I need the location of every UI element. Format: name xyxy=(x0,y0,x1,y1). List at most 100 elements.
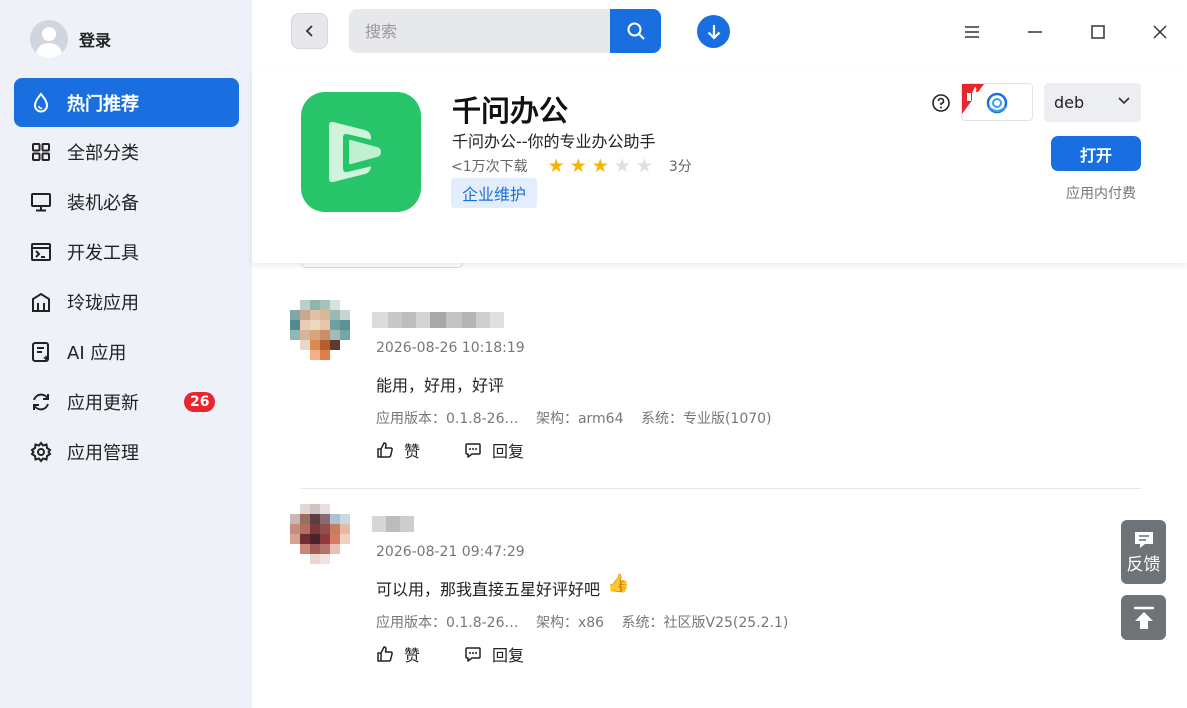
app-meta: <1万次下载 ★ ★ ★ ★ ★ 3分 xyxy=(451,156,692,176)
grid-icon xyxy=(30,141,52,163)
chevron-down-icon xyxy=(1118,97,1130,105)
review-arch: 架构：x86 xyxy=(535,615,605,631)
search-button[interactable] xyxy=(610,9,661,53)
feedback-button[interactable]: 反馈 xyxy=(1121,520,1166,584)
sidebar-item-label: 玲珑应用 xyxy=(67,293,139,314)
refresh-icon xyxy=(30,391,52,413)
close-icon xyxy=(1153,25,1167,39)
comment-icon xyxy=(465,443,481,458)
reply-button[interactable]: 回复 xyxy=(464,642,524,666)
review-system: 系统：专业版(1070) xyxy=(640,411,772,427)
review-system: 系统：社区版V25(25.2.1) xyxy=(621,615,789,631)
reviewer-avatar xyxy=(290,504,352,566)
certification-badges[interactable] xyxy=(961,83,1033,121)
sidebar-item-hot[interactable]: 热门推荐 xyxy=(14,78,239,127)
thumbs-up-icon xyxy=(377,646,393,662)
sidebar-item-manage[interactable]: 应用管理 xyxy=(14,427,239,477)
package-format-select[interactable]: deb xyxy=(1044,83,1141,122)
app-header: 千问办公 千问办公--你的专业办公助手 <1万次下载 ★ ★ ★ ★ ★ 3分 企业维护… xyxy=(252,70,1187,263)
sidebar-item-label: 应用管理 xyxy=(67,443,139,464)
sidebar-item-label: 开发工具 xyxy=(67,243,139,264)
enterprise-tag: 企业维护 xyxy=(451,178,538,208)
back-button[interactable] xyxy=(291,13,328,49)
search-icon xyxy=(627,22,645,40)
download-count: <1万次下载 xyxy=(451,159,528,175)
star-filled-icon: ★ xyxy=(569,155,587,177)
like-label: 赞 xyxy=(404,646,421,665)
thumbs-up-emoji: 👍 xyxy=(607,573,630,594)
reply-label: 回复 xyxy=(492,442,525,461)
star-filled-icon: ★ xyxy=(547,155,565,177)
reviewer-name-blurred xyxy=(372,516,414,532)
review-date: 2026-08-21 09:47:29 xyxy=(376,544,525,560)
download-manager-button[interactable] xyxy=(697,15,730,48)
rating-stars: ★ ★ ★ ★ ★ xyxy=(547,155,658,177)
thumbs-up-icon xyxy=(377,442,393,458)
sidebar-item-label: 全部分类 xyxy=(67,143,139,164)
open-button[interactable]: 打开 xyxy=(1051,136,1141,171)
sidebar-item-label: 应用更新 xyxy=(67,393,139,414)
help-icon[interactable] xyxy=(931,93,951,113)
star-empty-icon: ★ xyxy=(635,155,653,177)
like-button[interactable]: 赞 xyxy=(376,438,420,462)
back-to-top-button[interactable] xyxy=(1121,595,1166,640)
sidebar-item-label: AI 应用 xyxy=(67,343,127,364)
minimize-icon xyxy=(1028,31,1042,33)
like-button[interactable]: 赞 xyxy=(376,642,420,666)
sidebar-item-dev-tools[interactable]: 开发工具 xyxy=(14,227,239,277)
sidebar-item-categories[interactable]: 全部分类 xyxy=(14,127,239,177)
search-bar xyxy=(349,9,661,53)
chevron-left-icon xyxy=(305,25,313,37)
review-date: 2026-08-26 10:18:19 xyxy=(376,340,525,356)
sidebar-item-updates[interactable]: 应用更新 26 xyxy=(14,377,239,427)
review-actions: 赞 回复 xyxy=(376,642,568,666)
review-version: 应用版本：0.1.8-26… xyxy=(376,411,519,427)
avatar[interactable] xyxy=(30,20,68,58)
review-info: 应用版本：0.1.8-26… 架构：arm64 系统：专业版(1070) xyxy=(376,408,785,428)
star-empty-icon: ★ xyxy=(613,155,631,177)
feedback-label: 反馈 xyxy=(1126,554,1161,575)
review-version: 应用版本：0.1.8-26… xyxy=(376,615,519,631)
ai-doc-icon xyxy=(30,341,52,363)
arrow-up-to-top-icon xyxy=(1133,606,1154,629)
minimize-button[interactable] xyxy=(1023,20,1047,44)
sidebar-nav: 热门推荐 全部分类 装机必备 开发工具 玲珑应用 AI 应用 应用更新 26 应… xyxy=(14,78,239,477)
review-divider xyxy=(301,488,1141,489)
review-actions: 赞 回复 xyxy=(376,438,568,462)
app-description: 千问办公--你的专业办公助手 xyxy=(452,132,656,151)
sidebar-item-linglong[interactable]: 玲珑应用 xyxy=(14,277,239,327)
in-app-purchase-note: 应用内付费 xyxy=(1066,186,1136,202)
maximize-button[interactable] xyxy=(1086,20,1110,44)
search-input[interactable] xyxy=(349,9,610,53)
format-value: deb xyxy=(1054,93,1085,112)
app-title: 千问办公 xyxy=(452,94,569,128)
qianwen-logo-icon xyxy=(329,121,387,183)
like-label: 赞 xyxy=(404,442,421,461)
reply-label: 回复 xyxy=(492,646,525,665)
sidebar-item-label: 装机必备 xyxy=(67,193,139,214)
download-icon xyxy=(707,24,720,40)
review-text-body: 可以用，那我直接五星好评好吧 xyxy=(376,580,601,599)
certification-icons xyxy=(962,84,1008,114)
login-label[interactable]: 登录 xyxy=(79,27,111,51)
gear-icon xyxy=(30,441,52,463)
terminal-icon xyxy=(30,241,52,263)
menu-button[interactable] xyxy=(960,20,984,44)
sidebar-item-essentials[interactable]: 装机必备 xyxy=(14,177,239,227)
reviewer-name-blurred xyxy=(372,312,504,328)
reply-button[interactable]: 回复 xyxy=(464,438,524,462)
rating-score: 3分 xyxy=(668,159,692,175)
monitor-icon xyxy=(30,191,52,213)
maximize-icon xyxy=(1091,25,1105,39)
close-button[interactable] xyxy=(1148,20,1172,44)
review-info: 应用版本：0.1.8-26… 架构：x86 系统：社区版V25(25.2.1) xyxy=(376,612,801,632)
review-text: 能用，好用，好评 xyxy=(376,376,505,395)
hamburger-menu-icon xyxy=(965,26,979,38)
feedback-icon xyxy=(1134,531,1153,548)
update-count-badge: 26 xyxy=(184,392,216,412)
comment-icon xyxy=(465,647,481,662)
review-arch: 架构：arm64 xyxy=(535,411,624,427)
sidebar-item-ai-apps[interactable]: AI 应用 xyxy=(14,327,239,377)
app-icon xyxy=(301,92,421,212)
user-login[interactable]: 登录 xyxy=(30,20,111,58)
